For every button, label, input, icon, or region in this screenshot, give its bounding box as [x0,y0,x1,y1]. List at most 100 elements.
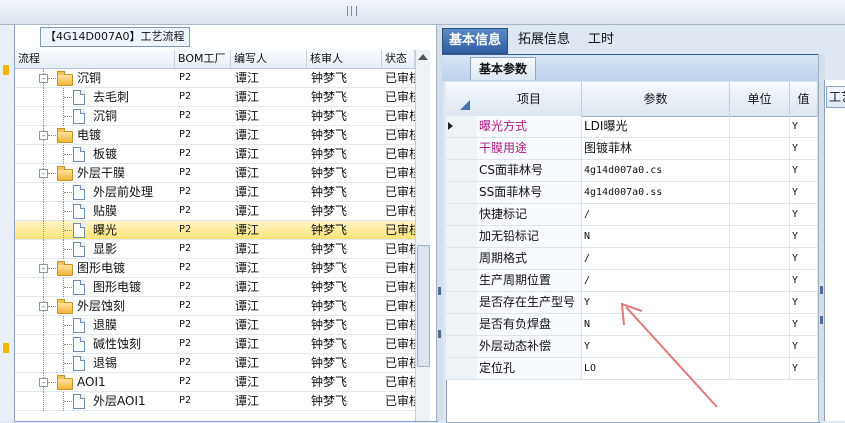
scroll-up-icon[interactable] [418,54,428,60]
folder-icon [57,261,73,276]
collapse-icon[interactable]: - [39,131,48,140]
tree-node-label: 曝光 [93,223,118,237]
tree-row[interactable]: 外层AOI1 P2 谭江 钟梦飞 已审核 [15,392,429,411]
tree-node-label: 贴膜 [93,204,118,218]
param-value[interactable]: LDI曝光 [582,116,730,137]
splitter-arrow-icon[interactable] [438,287,441,295]
column-header-flag[interactable]: 值 [790,82,818,116]
tab-basic-info[interactable]: 基本信息 [442,28,509,54]
row-indicator[interactable] [446,314,478,335]
param-item: 周期格式 [477,248,582,269]
row-indicator[interactable] [446,270,478,291]
column-header-reviewer[interactable]: 核审人 [307,50,382,68]
tree-line [43,221,44,240]
cell-bom: P2 [179,300,192,311]
row-indicator[interactable] [446,358,478,379]
left-collapse-strip[interactable] [0,25,15,421]
tree-row[interactable]: - AOI1 P2 谭江 钟梦飞 已审核 [15,373,429,392]
row-indicator[interactable] [446,182,478,203]
row-indicator[interactable] [446,138,478,159]
row-indicator[interactable] [446,336,478,357]
splitter-grip-icon[interactable] [347,6,357,16]
column-header-value[interactable]: 参数 [582,82,730,116]
tree-row[interactable]: 碱性蚀刻 P2 谭江 钟梦飞 已审核 [15,335,429,354]
column-header-flow[interactable]: 流程 [15,50,175,68]
tree-row[interactable]: 沉铜 P2 谭江 钟梦飞 已审核 [15,107,429,126]
row-indicator[interactable] [446,116,478,137]
row-indicator[interactable] [446,248,478,269]
tree-row[interactable]: 去毛刺 P2 谭江 钟梦飞 已审核 [15,88,429,107]
param-value[interactable]: 4g14d007a0.ss [582,182,730,203]
param-row[interactable]: 生产周期位置 / Y [446,270,818,292]
row-indicator[interactable] [446,204,478,225]
param-value[interactable]: 图镀菲林 [582,138,730,159]
param-flag: Y [790,226,818,247]
param-flag: Y [790,204,818,225]
cell-bom: P2 [179,376,192,387]
collapse-icon[interactable]: - [39,302,48,311]
cell-reviewer: 钟梦飞 [311,394,348,408]
tree-vertical-scrollbar[interactable] [415,50,430,421]
column-header-author[interactable]: 编写人 [231,50,307,68]
tree-line [64,325,72,326]
param-row[interactable]: 快捷标记 / Y [446,204,818,226]
scrollbar-thumb[interactable] [417,245,430,367]
tab-work-hours[interactable]: 工时 [582,28,620,52]
cell-status: 已审核 [385,375,415,389]
cell-status: 已审核 [385,166,415,180]
param-value[interactable]: / [582,270,730,291]
tree-row[interactable]: - 电镀 P2 谭江 钟梦飞 已审核 [15,126,429,145]
param-unit [730,314,790,335]
collapse-icon[interactable]: - [39,378,48,387]
param-row[interactable]: 曝光方式 LDI曝光 Y [446,116,818,138]
row-indicator[interactable] [446,160,478,181]
tree-row[interactable]: 退锡 P2 谭江 钟梦飞 已审核 [15,354,429,373]
tab-extended-info[interactable]: 拓展信息 [512,28,576,52]
top-splitter[interactable] [0,0,845,25]
splitter-arrow-icon[interactable] [820,316,823,324]
select-all-corner-icon[interactable] [460,100,470,110]
tree-row[interactable]: 退膜 P2 谭江 钟梦飞 已审核 [15,316,429,335]
row-indicator[interactable] [446,292,478,313]
middle-splitter[interactable] [436,25,443,421]
param-row[interactable]: CS面菲林号 4g14d007a0.cs Y [446,160,818,182]
cell-reviewer: 钟梦飞 [311,375,348,389]
splitter-arrow-icon[interactable] [820,286,823,294]
tree-row[interactable]: - 外层蚀刻 P2 谭江 钟梦飞 已审核 [15,297,429,316]
tree-row[interactable]: - 图形电镀 P2 谭江 钟梦飞 已审核 [15,259,429,278]
param-row[interactable]: 干膜用途 图镀菲林 Y [446,138,818,160]
collapse-icon[interactable]: - [39,264,48,273]
tree-row[interactable]: 外层前处理 P2 谭江 钟梦飞 已审核 [15,183,429,202]
column-header-status[interactable]: 状态 [382,50,415,68]
splitter-arrow-icon[interactable] [438,330,441,338]
subtab-basic-params[interactable]: 基本参数 [470,57,537,80]
collapse-icon[interactable]: - [39,74,48,83]
cell-author: 谭江 [235,185,260,199]
tree-row[interactable]: 板镀 P2 谭江 钟梦飞 已审核 [15,145,429,164]
cell-reviewer: 钟梦飞 [311,128,348,142]
document-icon [73,394,85,409]
param-flag: Y [790,116,818,137]
param-value[interactable]: / [582,204,730,225]
collapse-icon[interactable]: - [39,169,48,178]
param-row[interactable]: SS面菲林号 4g14d007a0.ss Y [446,182,818,204]
cell-status: 已审核 [385,318,415,332]
column-header-item[interactable]: 项目 [477,82,582,116]
document-icon [73,204,85,219]
param-row[interactable]: 加无铅标记 N Y [446,226,818,248]
folder-icon [57,299,73,314]
column-header-bom[interactable]: BOM工厂 [175,50,231,68]
tree-row[interactable]: 贴膜 P2 谭江 钟梦飞 已审核 [15,202,429,221]
tree-row-selected[interactable]: 曝光 P2 谭江 钟梦飞 已审核 [15,221,429,240]
tab-process[interactable]: 工艺 [826,86,845,108]
param-value[interactable]: / [582,248,730,269]
tree-row[interactable]: 显影 P2 谭江 钟梦飞 已审核 [15,240,429,259]
param-value[interactable]: 4g14d007a0.cs [582,160,730,181]
row-indicator[interactable] [446,226,478,247]
column-header-unit[interactable]: 单位 [730,82,790,116]
tree-row[interactable]: - 外层干膜 P2 谭江 钟梦飞 已审核 [15,164,429,183]
param-row[interactable]: 周期格式 / Y [446,248,818,270]
tree-row[interactable]: - 沉铜 P2 谭江 钟梦飞 已审核 [15,69,429,88]
param-value[interactable]: N [582,226,730,247]
tree-row[interactable]: 图形电镀 P2 谭江 钟梦飞 已审核 [15,278,429,297]
